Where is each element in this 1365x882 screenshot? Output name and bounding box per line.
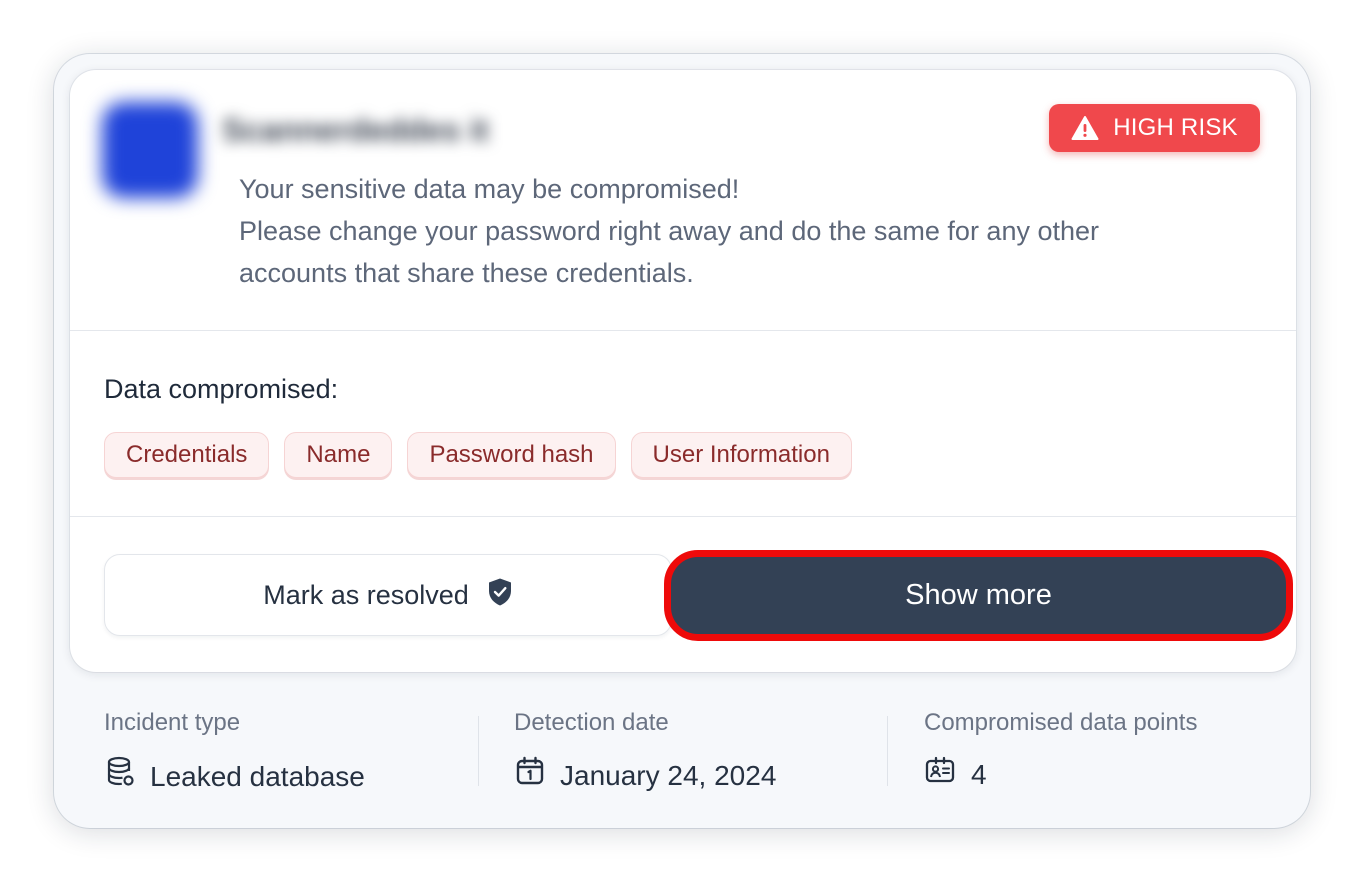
meta-separator (887, 716, 888, 786)
tag-password-hash: Password hash (407, 432, 616, 478)
company-name: Scannerdeddes it (222, 112, 489, 148)
risk-badge-label: HIGH RISK (1113, 114, 1238, 141)
data-points-text: 4 (971, 758, 987, 790)
warning-line: Your sensitive data may be compromised! (239, 174, 740, 204)
id-card-icon (925, 756, 955, 793)
divider (70, 516, 1296, 517)
shield-check-icon (487, 577, 513, 614)
show-more-label: Show more (905, 579, 1052, 611)
detection-date-label: Detection date (514, 709, 669, 736)
data-compromised-title: Data compromised: (104, 374, 339, 404)
calendar-icon (516, 756, 544, 795)
meta-separator (478, 716, 479, 786)
compromised-tags: Credentials Name Password hash User Info… (104, 432, 852, 478)
warning-message: Your sensitive data may be compromised! … (239, 168, 1239, 294)
warning-line: accounts that share these credentials. (239, 258, 694, 288)
show-more-button[interactable]: Show more (664, 550, 1293, 641)
incident-type-value: Leaked database (106, 756, 365, 797)
incident-type-label: Incident type (104, 709, 241, 736)
detection-date-value: January 24, 2024 (516, 756, 776, 795)
company-logo (102, 102, 198, 198)
database-icon (106, 756, 134, 797)
tag-name: Name (284, 432, 393, 478)
risk-badge: HIGH RISK (1049, 104, 1260, 152)
incident-type-text: Leaked database (150, 760, 365, 792)
data-points-label: Compromised data points (924, 709, 1198, 736)
divider (70, 330, 1296, 331)
mark-as-resolved-label: Mark as resolved (263, 579, 469, 610)
mark-as-resolved-button[interactable]: Mark as resolved (104, 554, 672, 636)
data-points-value: 4 (925, 756, 987, 793)
warning-line: Please change your password right away a… (239, 216, 1100, 246)
tag-credentials: Credentials (104, 432, 270, 478)
detection-date-text: January 24, 2024 (560, 759, 777, 791)
tag-user-information: User Information (630, 432, 852, 478)
warning-icon (1071, 115, 1099, 141)
